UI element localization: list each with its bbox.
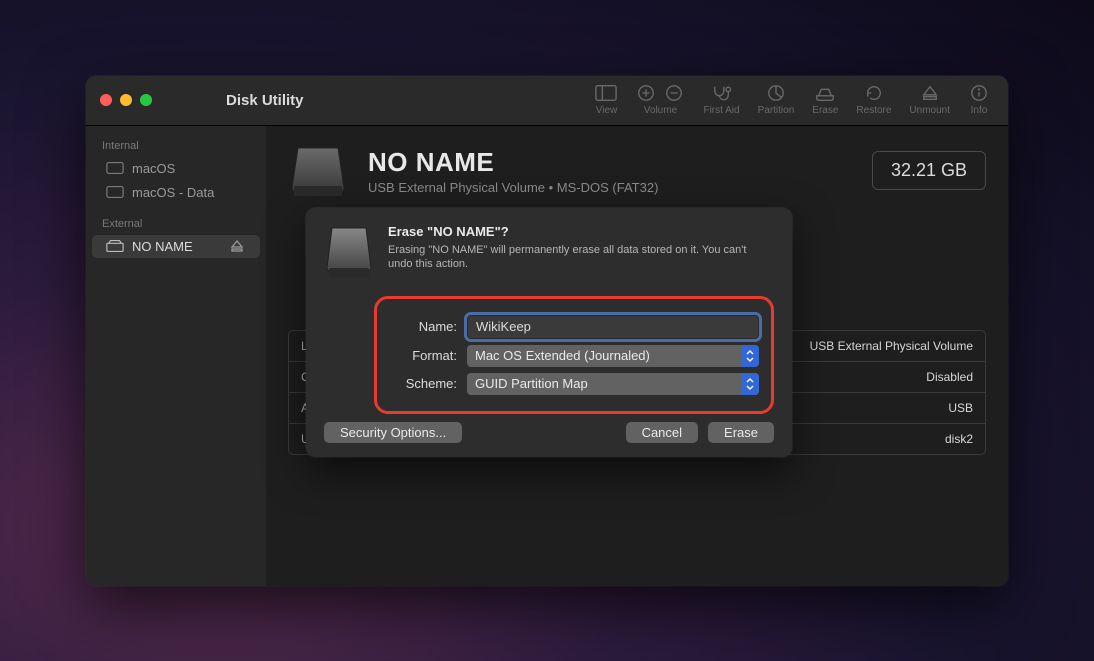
disk-icon (106, 161, 124, 175)
sidebar-item-label: macOS (132, 161, 175, 176)
volume-capacity: 32.21 GB (872, 151, 986, 190)
toolbar-view[interactable]: View (595, 84, 617, 116)
cancel-button[interactable]: Cancel (626, 422, 698, 443)
sidebar-item-noname[interactable]: NO NAME (92, 235, 260, 258)
scheme-label: Scheme: (389, 376, 457, 391)
eject-icon[interactable] (228, 239, 246, 253)
volume-name: NO NAME (368, 147, 658, 178)
close-window-button[interactable] (100, 94, 112, 106)
name-input[interactable] (467, 315, 759, 339)
name-label: Name: (389, 319, 457, 334)
chevron-up-down-icon (745, 376, 755, 392)
sidebar-header-internal: Internal (86, 136, 266, 156)
security-options-button[interactable]: Security Options... (324, 422, 462, 443)
sidebar-header-external: External (86, 214, 266, 234)
chevron-up-down-icon (745, 348, 755, 364)
toolbar-info[interactable]: Info (968, 84, 990, 116)
toolbar-unmount[interactable]: Unmount (909, 84, 950, 116)
external-disk-icon (106, 239, 124, 253)
toolbar-partition[interactable]: Partition (758, 84, 795, 116)
erase-icon (814, 84, 836, 102)
erase-form-highlighted: Name: Format: Mac OS Extended (Journaled… (374, 296, 774, 414)
minus-circle-icon (663, 84, 685, 102)
sidebar-item-macos-data[interactable]: macOS - Data (92, 181, 260, 204)
toolbar-erase[interactable]: Erase (812, 84, 838, 116)
volume-subtitle: USB External Physical Volume • MS-DOS (F… (368, 180, 658, 195)
sidebar-item-label: NO NAME (132, 239, 193, 254)
scheme-select[interactable]: GUID Partition Map (467, 373, 759, 395)
format-select[interactable]: Mac OS Extended (Journaled) (467, 345, 759, 367)
sidebar-item-label: macOS - Data (132, 185, 214, 200)
plus-circle-icon (635, 84, 657, 102)
toolbar-restore[interactable]: Restore (856, 84, 891, 116)
sidebar-icon (595, 84, 617, 102)
erase-dialog: Erase "NO NAME"? Erasing "NO NAME" will … (306, 208, 792, 457)
dialog-title: Erase "NO NAME"? (388, 224, 758, 239)
titlebar: Disk Utility View Volume First Aid Parti… (86, 76, 1008, 126)
dialog-description: Erasing "NO NAME" will permanently erase… (388, 243, 758, 273)
info-icon (968, 84, 990, 102)
zoom-window-button[interactable] (140, 94, 152, 106)
app-title: Disk Utility (226, 92, 304, 109)
format-label: Format: (389, 348, 457, 363)
sidebar: Internal macOS macOS - Data External NO … (86, 126, 266, 586)
toolbar: View Volume First Aid Partition Erase (595, 84, 1008, 116)
restore-icon (863, 84, 885, 102)
toolbar-volume[interactable]: Volume (635, 84, 685, 116)
pie-icon (765, 84, 787, 102)
minimize-window-button[interactable] (120, 94, 132, 106)
disk-icon (106, 185, 124, 199)
stethoscope-icon (711, 84, 733, 102)
disk-large-icon (288, 142, 348, 200)
disk-utility-window: Disk Utility View Volume First Aid Parti… (86, 76, 1008, 586)
volume-header: NO NAME USB External Physical Volume • M… (288, 142, 986, 200)
toolbar-first-aid[interactable]: First Aid (703, 84, 739, 116)
window-controls (86, 94, 152, 106)
eject-icon (919, 84, 941, 102)
disk-icon (324, 224, 374, 282)
erase-button[interactable]: Erase (708, 422, 774, 443)
sidebar-item-macos[interactable]: macOS (92, 157, 260, 180)
